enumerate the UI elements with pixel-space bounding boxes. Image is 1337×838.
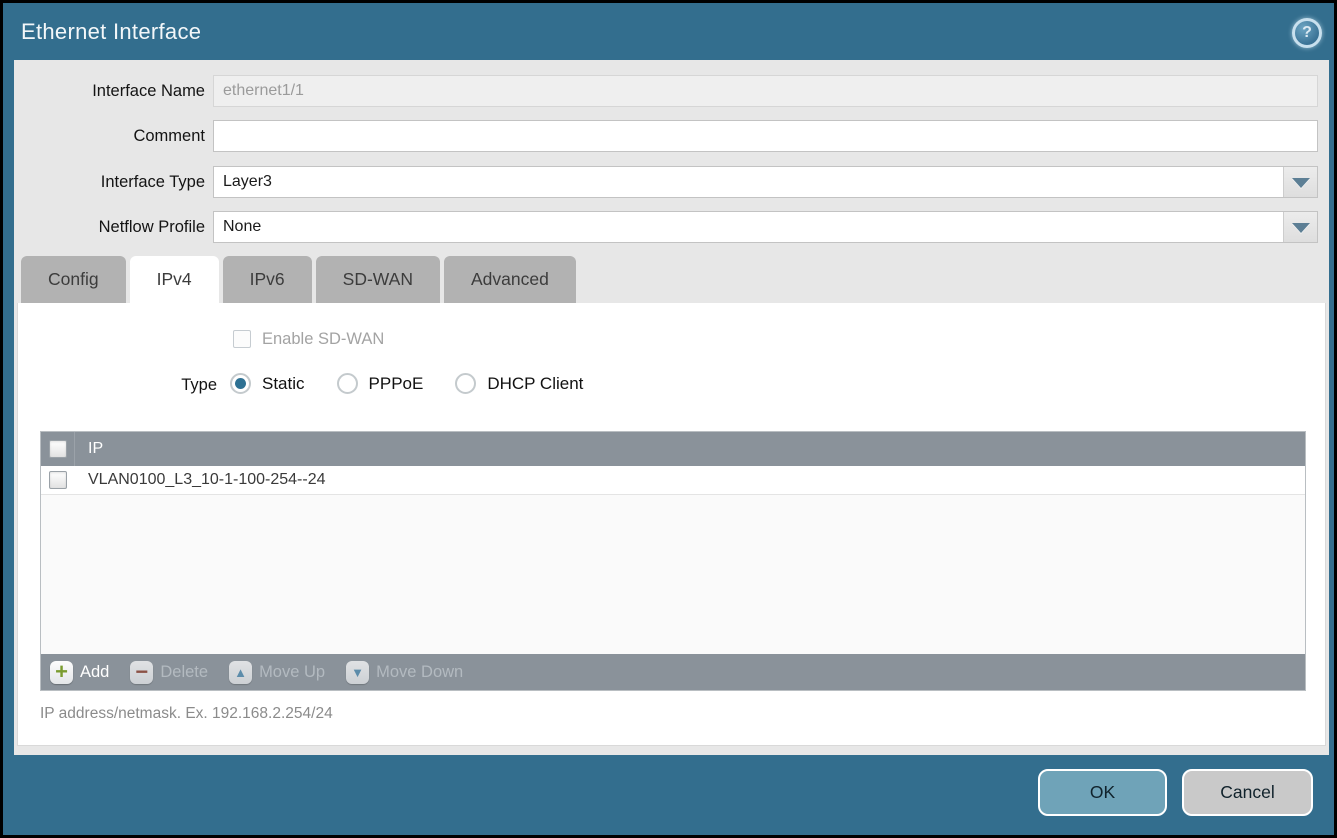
- ip-table-header: IP: [41, 432, 1305, 466]
- add-button[interactable]: + Add: [50, 661, 109, 684]
- tab-config[interactable]: Config: [21, 256, 126, 303]
- cancel-button[interactable]: Cancel: [1182, 769, 1313, 816]
- chevron-down-icon: [1292, 178, 1310, 188]
- netflow-profile-dropdown-button[interactable]: [1283, 212, 1317, 242]
- ip-cell[interactable]: VLAN0100_L3_10-1-100-254--24: [75, 471, 326, 489]
- ip-format-hint: IP address/netmask. Ex. 192.168.2.254/24: [40, 705, 333, 723]
- table-row[interactable]: VLAN0100_L3_10-1-100-254--24: [41, 466, 1305, 495]
- radio-dhcp-client[interactable]: DHCP Client: [455, 373, 583, 394]
- move-up-button-label: Move Up: [259, 663, 325, 682]
- chevron-down-icon: [1292, 223, 1310, 233]
- table-empty-area: [41, 495, 1305, 654]
- comment-input[interactable]: [213, 120, 1318, 152]
- table-toolbar: + Add − Delete ▲ Move Up ▼ Move Down: [41, 654, 1305, 690]
- radio-pppoe[interactable]: PPPoE: [337, 373, 424, 394]
- netflow-profile-label: Netflow Profile: [14, 211, 205, 243]
- row-checkbox[interactable]: [49, 471, 67, 489]
- radio-dhcp-client-label: DHCP Client: [487, 374, 583, 394]
- arrow-down-icon: ▼: [346, 661, 369, 684]
- interface-name-input: [213, 75, 1318, 107]
- netflow-profile-value: None: [223, 212, 261, 242]
- interface-type-value: Layer3: [223, 167, 272, 197]
- dialog-content: Interface Name Comment Interface Type La…: [14, 60, 1329, 755]
- comment-row: Comment: [14, 120, 1329, 152]
- tab-advanced[interactable]: Advanced: [444, 256, 576, 303]
- plus-icon: +: [50, 661, 73, 684]
- enable-sdwan-row: Enable SD-WAN: [233, 329, 384, 349]
- ip-table: IP VLAN0100_L3_10-1-100-254--24 + Add −: [40, 431, 1306, 691]
- add-button-label: Add: [80, 663, 109, 682]
- arrow-up-icon: ▲: [229, 661, 252, 684]
- interface-name-label: Interface Name: [14, 75, 205, 107]
- radio-static-label: Static: [262, 374, 305, 394]
- radio-static-control[interactable]: [230, 373, 251, 394]
- enable-sdwan-label: Enable SD-WAN: [262, 330, 384, 349]
- help-icon[interactable]: ?: [1292, 18, 1322, 48]
- minus-icon: −: [130, 661, 153, 684]
- tab-strip: Config IPv4 IPv6 SD-WAN Advanced: [21, 256, 576, 303]
- netflow-profile-dropdown[interactable]: None: [213, 211, 1318, 243]
- delete-button: − Delete: [130, 661, 208, 684]
- ip-column-header[interactable]: IP: [75, 440, 103, 458]
- comment-label: Comment: [14, 120, 205, 152]
- move-up-button: ▲ Move Up: [229, 661, 325, 684]
- radio-pppoe-label: PPPoE: [369, 374, 424, 394]
- radio-static[interactable]: Static: [230, 373, 305, 394]
- netflow-profile-row: Netflow Profile None: [14, 211, 1329, 243]
- enable-sdwan-checkbox: [233, 330, 251, 348]
- move-down-button: ▼ Move Down: [346, 661, 463, 684]
- dialog-title: Ethernet Interface: [21, 19, 201, 45]
- ipv4-panel: Enable SD-WAN Type Static PPPoE DHCP C: [17, 303, 1326, 746]
- tab-ipv6[interactable]: IPv6: [223, 256, 312, 303]
- type-radio-group: Static PPPoE DHCP Client: [230, 373, 615, 394]
- tab-sdwan[interactable]: SD-WAN: [316, 256, 440, 303]
- select-all-checkbox[interactable]: [49, 440, 67, 458]
- delete-button-label: Delete: [160, 663, 208, 682]
- radio-dhcp-client-control[interactable]: [455, 373, 476, 394]
- title-bar: Ethernet Interface ?: [3, 3, 1334, 57]
- type-row: Type Static PPPoE DHCP Client: [18, 373, 1325, 397]
- move-down-button-label: Move Down: [376, 663, 463, 682]
- ok-button[interactable]: OK: [1038, 769, 1167, 816]
- type-label: Type: [18, 373, 217, 397]
- interface-type-row: Interface Type Layer3: [14, 166, 1329, 198]
- interface-name-row: Interface Name: [14, 75, 1329, 107]
- tab-ipv4[interactable]: IPv4: [130, 256, 219, 303]
- interface-type-dropdown-button[interactable]: [1283, 167, 1317, 197]
- interface-type-label: Interface Type: [14, 166, 205, 198]
- radio-pppoe-control[interactable]: [337, 373, 358, 394]
- ethernet-interface-dialog: Ethernet Interface ? Interface Name Comm…: [0, 0, 1337, 838]
- interface-type-dropdown[interactable]: Layer3: [213, 166, 1318, 198]
